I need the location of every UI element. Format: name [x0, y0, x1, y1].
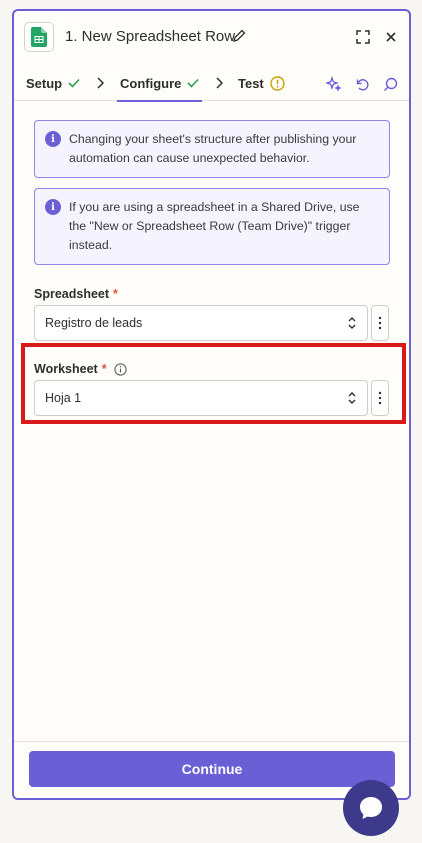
alert-text: Changing your sheet's structure after pu…	[69, 132, 357, 165]
panel-header: 1. New Spreadsheet Row	[14, 11, 409, 65]
spreadsheet-label: Spreadsheet *	[34, 287, 118, 301]
expand-icon[interactable]	[353, 27, 373, 47]
required-mark: *	[113, 287, 118, 301]
worksheet-highlight-box	[21, 343, 406, 424]
tab-setup[interactable]: Setup	[26, 65, 80, 101]
search-icon[interactable]	[381, 75, 399, 93]
alert-text: If you are using a spreadsheet in a Shar…	[69, 200, 360, 252]
tab-label: Configure	[120, 75, 182, 91]
pencil-icon[interactable]	[233, 29, 246, 47]
info-icon: i	[45, 131, 61, 147]
chat-button[interactable]	[343, 780, 399, 836]
chevron-right-icon	[216, 77, 223, 89]
undo-icon[interactable]	[353, 75, 371, 93]
tab-test[interactable]: Test	[238, 65, 285, 101]
step-title[interactable]: 1. New Spreadsheet Row	[65, 28, 235, 45]
spreadsheet-more-button[interactable]	[371, 305, 389, 341]
check-icon	[187, 78, 199, 88]
check-icon	[68, 78, 80, 88]
chevron-right-icon	[97, 77, 104, 89]
spreadsheet-select[interactable]: Registro de leads	[34, 305, 368, 341]
google-sheets-icon	[24, 22, 54, 52]
tab-configure[interactable]: Configure	[116, 65, 203, 102]
updown-chevron-icon	[348, 317, 356, 329]
tab-label: Setup	[26, 75, 63, 91]
chat-bubble-icon	[360, 797, 382, 819]
kebab-icon	[378, 316, 382, 330]
info-alert: i Changing your sheet's structure after …	[34, 120, 390, 178]
continue-button[interactable]: Continue	[29, 751, 395, 787]
tab-label: Test	[238, 75, 264, 91]
info-alert: i If you are using a spreadsheet in a Sh…	[34, 188, 390, 265]
step-tabs: Setup Configure Test	[14, 65, 409, 102]
info-icon: i	[45, 199, 61, 215]
close-icon[interactable]	[381, 27, 401, 47]
warning-icon	[270, 75, 285, 91]
sparkle-icon[interactable]	[325, 75, 343, 93]
spreadsheet-value: Registro de leads	[45, 316, 143, 330]
